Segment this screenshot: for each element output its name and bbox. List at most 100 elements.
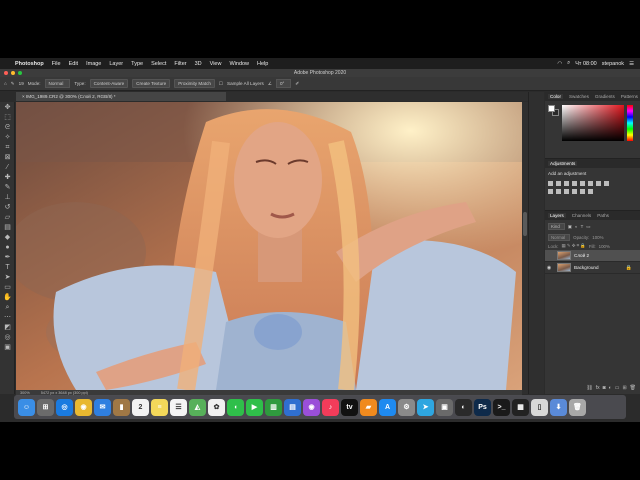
obs-icon[interactable]: ◐ (455, 398, 472, 416)
podcasts-icon[interactable]: ◉ (303, 398, 320, 416)
preview-icon[interactable]: ▯ (531, 398, 548, 416)
menu-app-name[interactable]: Photoshop (15, 61, 44, 67)
finder-icon[interactable]: ☺ (18, 398, 35, 416)
menu-filter[interactable]: Filter (174, 61, 186, 67)
mode-select[interactable]: Normal (44, 79, 71, 88)
lasso-tool-icon[interactable]: ᘓ (3, 124, 12, 132)
dodge-tool-icon[interactable]: ● (3, 244, 12, 252)
eyedropper-tool-icon[interactable]: ⁄ (3, 164, 12, 172)
layer-kind-filter[interactable]: Kind (548, 223, 565, 230)
hue-saturation-icon[interactable] (588, 181, 593, 186)
healing-brush-tool-icon[interactable]: ✚ (3, 174, 12, 182)
layer-row[interactable]: ◉ Background 🔒 (545, 262, 640, 274)
path-selection-tool-icon[interactable]: ➤ (3, 274, 12, 282)
photos-icon[interactable]: ✿ (208, 398, 225, 416)
maps-icon[interactable]: ◭ (189, 398, 206, 416)
brightness-contrast-icon[interactable] (548, 181, 553, 186)
type-create-texture-button[interactable]: Create Texture (132, 79, 171, 88)
tab-swatches[interactable]: Swatches (569, 94, 589, 99)
appstore-icon[interactable]: A (379, 398, 396, 416)
type-proximity-match-button[interactable]: Proximity Match (174, 79, 215, 88)
pressure-icon[interactable]: ✐ (295, 81, 299, 87)
launchpad-icon[interactable]: ⊞ (37, 398, 54, 416)
filter-shape-icon[interactable]: ▭ (586, 224, 590, 230)
layer-row[interactable]: Слой 2 (545, 250, 640, 262)
invert-icon[interactable] (572, 189, 577, 194)
marquee-tool-icon[interactable]: ⬚ (3, 114, 12, 122)
history-brush-tool-icon[interactable]: ↺ (3, 204, 12, 212)
blur-tool-icon[interactable]: ◆ (3, 234, 12, 242)
menu-help[interactable]: Help (257, 61, 268, 67)
exposure-icon[interactable] (572, 181, 577, 186)
filter-type-icon[interactable]: T (581, 224, 584, 229)
trash-icon[interactable]: 🗑 (569, 398, 586, 416)
menu-select[interactable]: Select (151, 61, 166, 67)
posterize-icon[interactable] (580, 189, 585, 194)
downloads-icon[interactable]: ⬇ (550, 398, 567, 416)
menu-3d[interactable]: 3D (195, 61, 202, 67)
tab-patterns[interactable]: Patterns (621, 94, 638, 99)
color-lookup-icon[interactable] (564, 189, 569, 194)
move-tool-icon[interactable]: ✥ (3, 104, 12, 112)
hue-slider[interactable] (627, 105, 633, 141)
layer-style-icon[interactable]: fx (596, 385, 600, 391)
layer-name[interactable]: Background (574, 265, 599, 270)
chrome-icon[interactable]: ◉ (75, 398, 92, 416)
facetime-icon[interactable]: ▶ (246, 398, 263, 416)
shape-tool-icon[interactable]: ▭ (3, 284, 12, 292)
clone-stamp-tool-icon[interactable]: ⊥ (3, 194, 12, 202)
menu-type[interactable]: Type (131, 61, 143, 67)
zoom-window-icon[interactable] (18, 71, 22, 75)
calendar-icon[interactable]: 2 (132, 398, 149, 416)
screenshot-icon[interactable]: ▣ (436, 398, 453, 416)
safari-icon[interactable]: ◎ (56, 398, 73, 416)
type-tool-icon[interactable]: T (3, 264, 12, 272)
menubar-clock[interactable]: Чт 08:00 (575, 61, 596, 67)
mail-icon[interactable]: ✉ (94, 398, 111, 416)
messages-icon[interactable]: ◖ (227, 398, 244, 416)
eye-icon[interactable]: ◉ (545, 265, 553, 271)
levels-icon[interactable] (556, 181, 561, 186)
telegram-icon[interactable]: ➤ (417, 398, 434, 416)
link-layers-icon[interactable]: ⛓ (586, 385, 592, 391)
magic-wand-tool-icon[interactable]: ✧ (3, 134, 12, 142)
activity-monitor-icon[interactable]: ▦ (512, 398, 529, 416)
pen-tool-icon[interactable]: ✒ (3, 254, 12, 262)
tab-layers[interactable]: Layers (548, 213, 566, 218)
lock-icons[interactable]: ▦ ✎ ✥ ⌗ 🔒 (562, 243, 586, 249)
more-tools-icon[interactable]: ⋯ (3, 314, 12, 322)
contacts-icon[interactable]: ▮ (113, 398, 130, 416)
foreground-color-swatch[interactable] (548, 105, 555, 112)
color-balance-icon[interactable] (596, 181, 601, 186)
menu-file[interactable]: File (52, 61, 61, 67)
color-picker-field[interactable] (562, 105, 624, 141)
patch-tool-icon[interactable]: ✎ (11, 81, 15, 87)
tab-paths[interactable]: Paths (597, 213, 609, 218)
zoom-tool-icon[interactable]: ⌕ (3, 304, 12, 312)
channel-mixer-icon[interactable] (556, 189, 561, 194)
notes-icon[interactable]: ≡ (151, 398, 168, 416)
system-preferences-icon[interactable]: ⚙ (398, 398, 415, 416)
keynote-icon[interactable]: ▤ (284, 398, 301, 416)
brush-tool-icon[interactable]: ✎ (3, 184, 12, 192)
lock-icon[interactable]: 🔒 (626, 265, 632, 271)
scrollbar-thumb[interactable] (523, 212, 527, 236)
crop-tool-icon[interactable]: ⌗ (3, 144, 12, 152)
close-window-icon[interactable] (4, 71, 8, 75)
curves-icon[interactable] (564, 181, 569, 186)
menu-layer[interactable]: Layer (109, 61, 123, 67)
tab-channels[interactable]: Channels (572, 213, 591, 218)
menu-window[interactable]: Window (229, 61, 249, 67)
add-mask-icon[interactable]: ◙ (603, 385, 606, 391)
gradient-tool-icon[interactable]: ▤ (3, 224, 12, 232)
control-center-icon[interactable]: ☰ (629, 61, 634, 67)
eraser-tool-icon[interactable]: ▱ (3, 214, 12, 222)
menubar-user[interactable]: stepanok (602, 61, 624, 67)
threshold-icon[interactable] (588, 189, 593, 194)
document-canvas[interactable] (16, 102, 522, 390)
menu-view[interactable]: View (210, 61, 222, 67)
document-tab[interactable]: × IMG_1989.CR2 @ 300% (Слой 2, RGB/8) * (16, 92, 226, 101)
fg-bg-swatches[interactable] (548, 105, 560, 117)
tab-adjustments[interactable]: Adjustments (548, 161, 578, 166)
type-content-aware-button[interactable]: Content-Aware (89, 79, 129, 88)
